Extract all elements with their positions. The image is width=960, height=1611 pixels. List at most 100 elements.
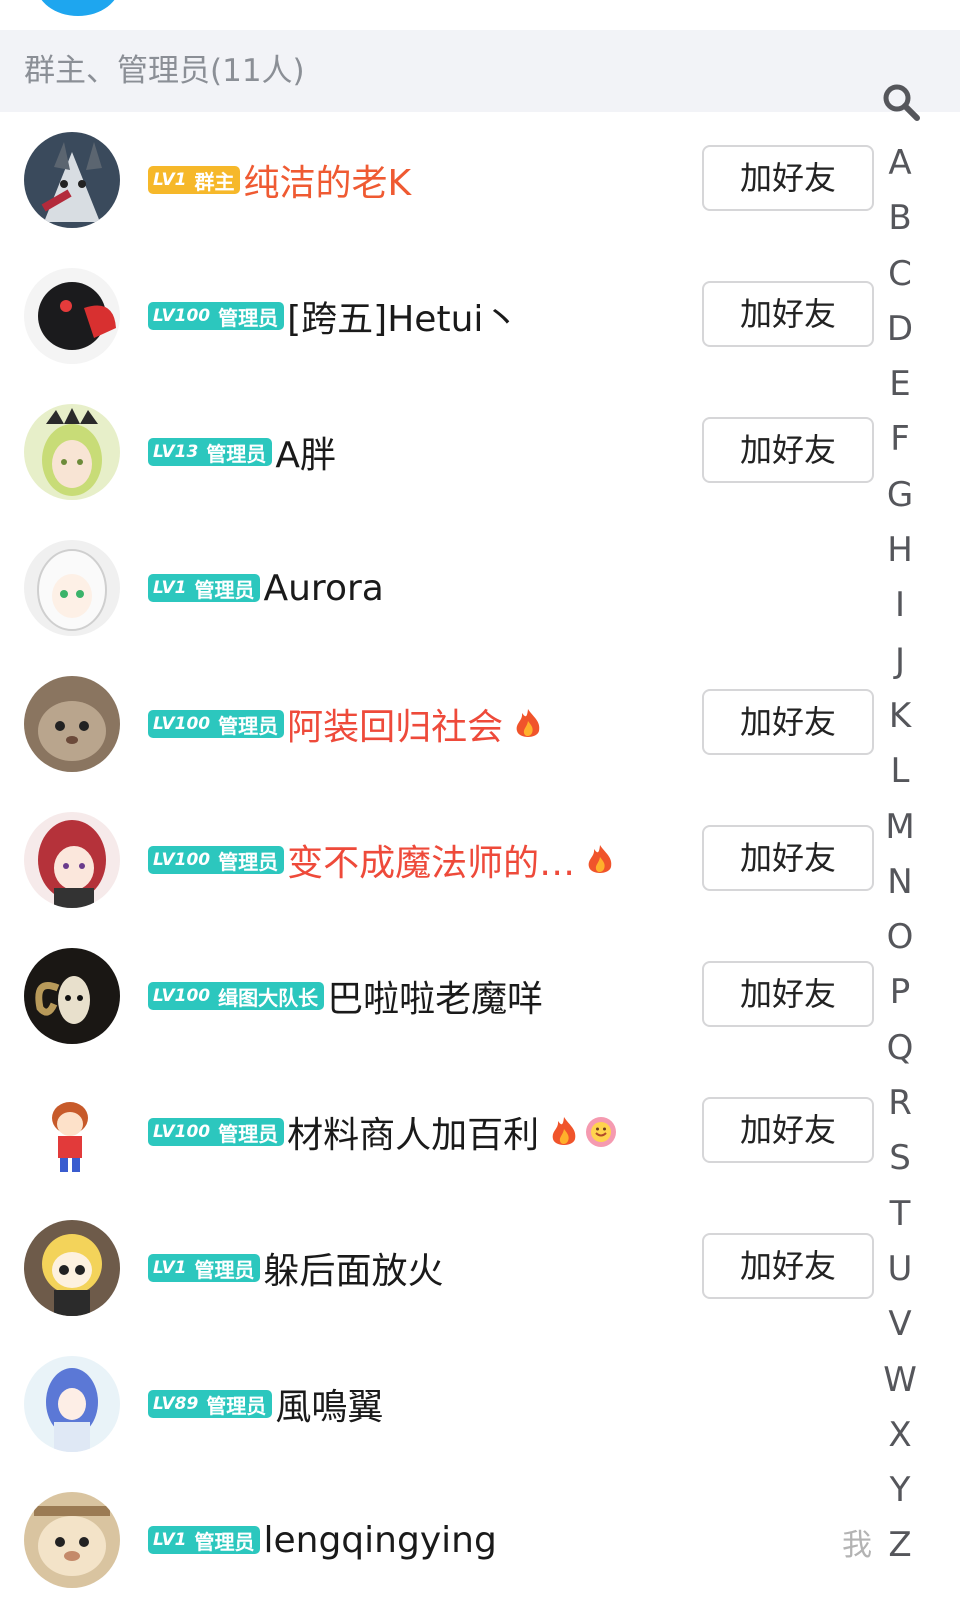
member-row[interactable]: LV100 管理员 阿装回归社会 加好友 xyxy=(0,656,900,792)
level-role-badge: LV1 管理员 xyxy=(148,1254,261,1282)
member-name-line: LV100 管理员 阿装回归社会 xyxy=(148,656,543,792)
index-letter[interactable]: T xyxy=(890,1187,911,1242)
index-letter[interactable]: H xyxy=(887,523,913,578)
index-letter[interactable]: I xyxy=(895,578,905,633)
add-friend-button[interactable]: 加好友 xyxy=(702,1233,874,1299)
add-friend-button[interactable]: 加好友 xyxy=(702,825,874,891)
index-letter[interactable]: M xyxy=(885,800,914,855)
member-row[interactable]: LV1 群主 纯洁的老K 加好友 xyxy=(0,112,900,248)
index-letter[interactable]: N xyxy=(887,855,912,910)
add-friend-button[interactable]: 加好友 xyxy=(702,689,874,755)
index-letter[interactable]: K xyxy=(889,689,911,744)
index-letter[interactable]: U xyxy=(888,1242,913,1297)
index-letter[interactable]: W xyxy=(883,1353,917,1408)
member-row[interactable]: LV100 管理员 材料商人加百利 加好友 xyxy=(0,1064,900,1200)
group-members-page: 群主、管理员(11人) LV1 群主 纯洁的老K 加好友 LV100 管理员 [跨五]Het… xyxy=(0,0,960,1611)
level-role-badge: LV13 管理员 xyxy=(148,438,273,466)
level-role-badge: LV100 管理员 xyxy=(148,302,285,330)
add-friend-button[interactable]: 加好友 xyxy=(702,281,874,347)
role-label: 管理员 xyxy=(218,849,279,874)
add-friend-button[interactable]: 加好友 xyxy=(702,961,874,1027)
index-letter[interactable]: Z xyxy=(888,1518,911,1573)
role-label: 群主 xyxy=(194,169,235,194)
member-row[interactable]: LV1 管理员 躲后面放火 加好友 xyxy=(0,1200,900,1336)
level-label: LV1 xyxy=(153,1530,187,1550)
member-row[interactable]: LV100 管理员 变不成魔法师的… 加好友 xyxy=(0,792,900,928)
member-nickname: A胖 xyxy=(275,435,336,476)
member-nickname: 变不成魔法师的… xyxy=(287,843,576,884)
level-role-badge: LV1 群主 xyxy=(148,166,241,194)
index-letter[interactable]: S xyxy=(889,1131,911,1186)
index-letter[interactable]: Y xyxy=(890,1463,911,1518)
add-friend-button[interactable]: 加好友 xyxy=(702,145,874,211)
level-role-badge: LV1 管理员 xyxy=(148,574,261,602)
level-label: LV100 xyxy=(153,850,211,870)
index-letter[interactable]: P xyxy=(890,965,911,1020)
avatar[interactable] xyxy=(24,948,120,1044)
index-letter[interactable]: X xyxy=(888,1408,911,1463)
index-letter[interactable]: C xyxy=(888,247,912,302)
avatar[interactable] xyxy=(24,1356,120,1452)
avatar[interactable] xyxy=(24,676,120,772)
role-label: 管理员 xyxy=(206,1393,267,1418)
partial-avatar[interactable] xyxy=(36,0,120,16)
index-letter[interactable]: D xyxy=(887,302,913,357)
index-letter[interactable]: O xyxy=(887,910,914,965)
member-name-line: LV100 管理员 材料商人加百利 xyxy=(148,1064,617,1200)
level-label: LV100 xyxy=(153,714,211,734)
avatar[interactable] xyxy=(24,404,120,500)
member-name-line: LV1 群主 纯洁的老K xyxy=(148,112,411,248)
member-row[interactable]: LV1 管理员 lengqingying 我 xyxy=(0,1472,900,1608)
index-letter[interactable]: J xyxy=(895,634,905,689)
search-icon[interactable] xyxy=(881,82,921,122)
level-role-badge: LV100 管理员 xyxy=(148,710,285,738)
avatar[interactable] xyxy=(24,1084,120,1180)
role-label: 管理员 xyxy=(194,1529,255,1554)
add-friend-button[interactable]: 加好友 xyxy=(702,1097,874,1163)
avatar[interactable] xyxy=(24,540,120,636)
member-name-line: LV100 缉图大队长 巴啦啦老魔咩 xyxy=(148,928,543,1064)
role-label: 管理员 xyxy=(218,1121,279,1146)
smile-icon xyxy=(586,1117,617,1147)
level-role-badge: LV1 管理员 xyxy=(148,1526,261,1554)
member-name-line: LV100 管理员 [跨五]Hetui丶 xyxy=(148,248,519,384)
member-row[interactable]: LV89 管理员 風鳴翼 xyxy=(0,1336,900,1472)
member-row[interactable]: LV100 管理员 [跨五]Hetui丶 加好友 xyxy=(0,248,900,384)
member-nickname: 巴啦啦老魔咩 xyxy=(327,979,544,1020)
member-nickname: [跨五]Hetui丶 xyxy=(287,299,520,340)
member-row[interactable]: LV1 管理员 Aurora xyxy=(0,520,900,656)
alphabet-index-bar[interactable]: ABCDEFGHIJKLMNOPQRSTUVWXYZ xyxy=(872,82,928,1574)
add-friend-button[interactable]: 加好友 xyxy=(702,417,874,483)
index-letter[interactable]: G xyxy=(887,468,913,523)
member-nickname: 躲后面放火 xyxy=(263,1251,444,1292)
fire-icon xyxy=(552,1117,576,1145)
index-letter[interactable]: A xyxy=(888,136,911,191)
member-nickname: 風鳴翼 xyxy=(275,1387,384,1428)
index-letter[interactable]: V xyxy=(888,1297,911,1352)
member-row[interactable]: LV13 管理员 A胖 加好友 xyxy=(0,384,900,520)
index-letter[interactable]: E xyxy=(889,357,910,412)
index-letter[interactable]: F xyxy=(890,412,910,467)
level-label: LV100 xyxy=(153,1122,211,1142)
member-name-line: LV1 管理员 Aurora xyxy=(148,520,384,656)
avatar[interactable] xyxy=(24,132,120,228)
index-letter[interactable]: L xyxy=(891,744,910,799)
me-label: 我 xyxy=(842,1528,872,1563)
level-label: LV13 xyxy=(153,442,199,462)
avatar[interactable] xyxy=(24,1220,120,1316)
member-row[interactable]: LV100 缉图大队长 巴啦啦老魔咩 加好友 xyxy=(0,928,900,1064)
index-letter[interactable]: Q xyxy=(887,1021,914,1076)
index-letter[interactable]: R xyxy=(888,1076,912,1131)
avatar[interactable] xyxy=(24,1492,120,1588)
fire-icon xyxy=(516,709,540,737)
level-role-badge: LV100 管理员 xyxy=(148,846,285,874)
level-label: LV1 xyxy=(153,578,187,598)
index-letter[interactable]: B xyxy=(888,191,911,246)
level-role-badge: LV89 管理员 xyxy=(148,1390,273,1418)
level-label: LV100 xyxy=(153,986,211,1006)
avatar[interactable] xyxy=(24,268,120,364)
role-label: 管理员 xyxy=(218,713,279,738)
level-label: LV1 xyxy=(153,1258,187,1278)
member-nickname: 纯洁的老K xyxy=(243,163,412,204)
avatar[interactable] xyxy=(24,812,120,908)
